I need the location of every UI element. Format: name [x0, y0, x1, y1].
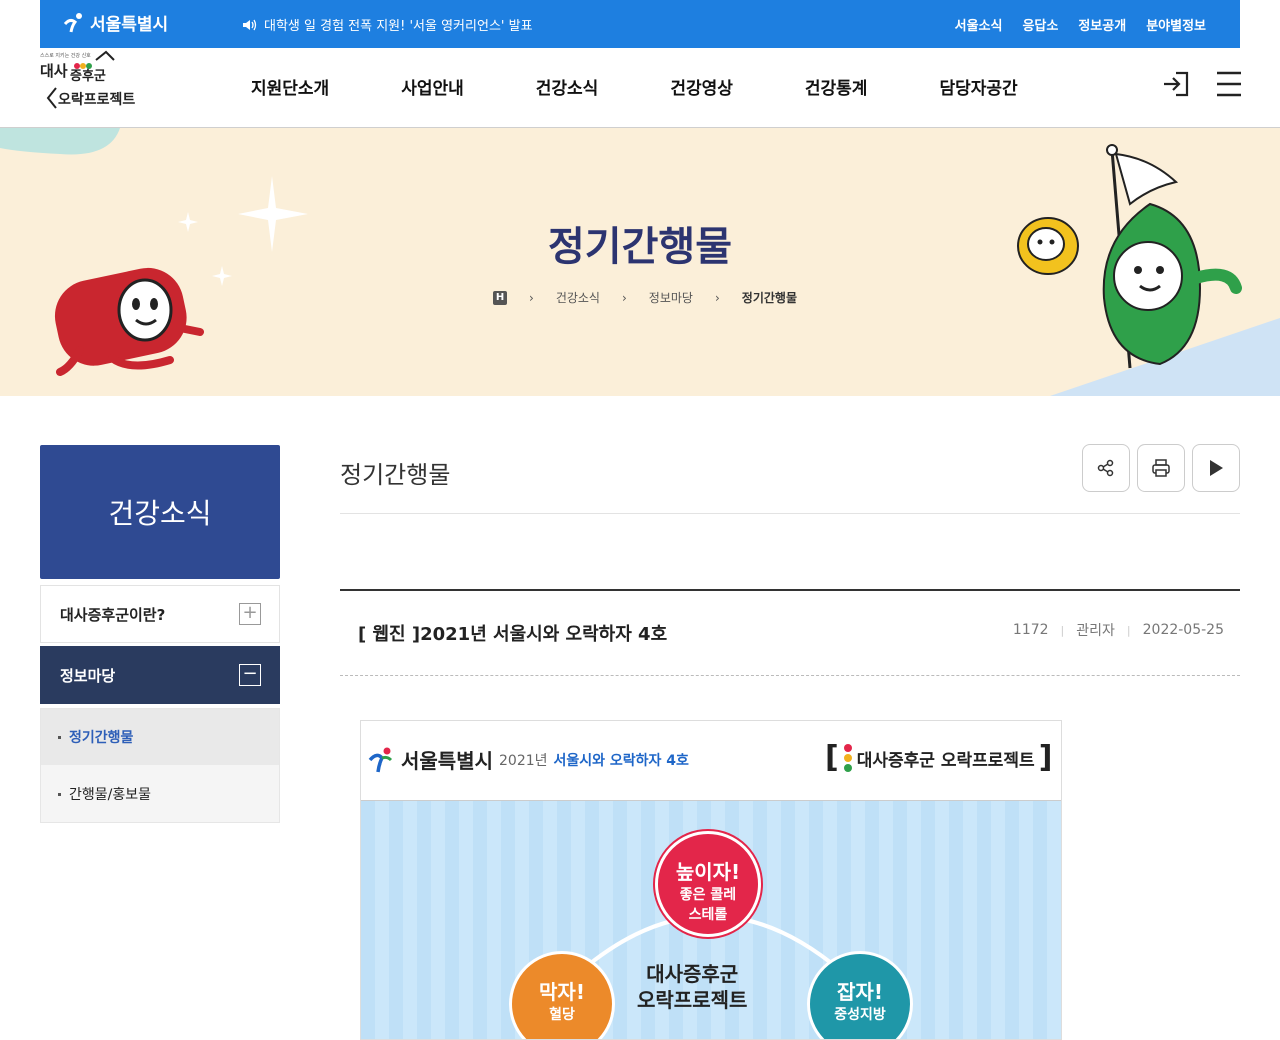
link-info-disclosure[interactable]: 정보공개 — [1078, 15, 1126, 34]
link-eungdapso[interactable]: 응답소 — [1022, 15, 1058, 34]
main-navigation: 스스로 지키는 건강 신호 대사 증후군 오락프로젝트 지원단소개 사업안내 건… — [0, 48, 1280, 128]
bullet-icon — [58, 735, 61, 739]
utility-links: 서울소식 응답소 정보공개 분야별정보 — [955, 15, 1206, 34]
menu-health-news[interactable]: 건강소식 — [536, 74, 599, 99]
gnb-menu: 지원단소개 사업안내 건강소식 건강영상 건강통계 담당자공간 — [251, 74, 1090, 99]
circle-small-text: 좋은 콜레 — [679, 887, 737, 903]
circle-big-text: 잡자! — [837, 980, 883, 1004]
lnb-sub-label: 간행물/홍보물 — [69, 787, 151, 803]
divider — [340, 513, 1240, 514]
home-icon[interactable]: H — [493, 290, 507, 305]
dashed-divider — [340, 675, 1240, 676]
content-title: 정기간행물 — [340, 461, 451, 489]
circle-big-text: 막자! — [539, 980, 585, 1004]
webzine-issue: 서울시와 오락하자 4호 — [553, 752, 689, 769]
lnb-sub-periodicals[interactable]: 정기간행물 — [41, 709, 279, 765]
webzine-header: 서울특별시 2021년 서울시와 오락하자 4호 [ 대사증후군 오락프로젝트 … — [361, 721, 1061, 801]
center-logo-line1: 대사증후군 — [646, 962, 739, 986]
menu-business[interactable]: 사업안내 — [401, 74, 464, 99]
svg-text:스스로 지키는 건강 신호: 스스로 지키는 건강 신호 — [40, 52, 91, 59]
bracket-right: ] — [1038, 740, 1053, 775]
lnb-item-info-yard[interactable]: 정보마당 − — [40, 646, 280, 704]
menu-health-stats[interactable]: 건강통계 — [805, 74, 868, 99]
link-seoul-news[interactable]: 서울소식 — [955, 15, 1003, 34]
lnb-title: 건강소식 — [40, 445, 280, 579]
post-views: 1172 — [1012, 622, 1049, 638]
share-button[interactable] — [1082, 444, 1130, 492]
meta-divider: | — [1126, 623, 1131, 637]
post-title: [ 웹진 ]2021년 서울시와 오락하자 4호 — [358, 624, 668, 645]
menu-staff-space[interactable]: 담당자공간 — [939, 74, 1017, 99]
login-icon[interactable] — [1162, 70, 1190, 98]
webzine-illustration: 높이자! 좋은 콜레 스테롤 막자! 혈당 잡자! 중성지방 대사증후군 오락프… — [361, 801, 1061, 1039]
hamburger-icon[interactable] — [1216, 70, 1242, 98]
print-button[interactable] — [1137, 444, 1185, 492]
svg-text:대사: 대사 — [40, 62, 68, 80]
lnb-item-metabolic-syndrome[interactable]: 대사증후군이란? + — [40, 585, 280, 643]
breadcrumb-item-health-news[interactable]: 건강소식 — [556, 289, 600, 306]
link-field-info[interactable]: 분야별정보 — [1146, 15, 1206, 34]
menu-about[interactable]: 지원단소개 — [251, 74, 329, 99]
webzine-center-logo: 대사증후군 오락프로젝트 — [637, 961, 747, 1013]
red-character — [54, 267, 204, 376]
webzine-cover-image: 서울특별시 2021년 서울시와 오락하자 4호 [ 대사증후군 오락프로젝트 … — [360, 720, 1062, 1040]
visual-banner: 정기간행물 H › 건강소식 › 정보마당 › 정기간행물 — [0, 128, 1280, 396]
breadcrumb: H › 건강소식 › 정보마당 › 정기간행물 — [493, 289, 797, 306]
seoul-symbol-icon — [63, 12, 82, 32]
plus-icon[interactable]: + — [239, 603, 261, 625]
bracket-left: [ — [825, 740, 839, 775]
webzine-project-logo: [ 대사증후군 오락프로젝트 ] — [825, 743, 1052, 773]
circle-small-text: 중성지방 — [834, 1007, 886, 1023]
meta-divider: | — [1060, 623, 1065, 637]
lnb-sub-label: 정기간행물 — [69, 730, 134, 746]
post-date: 2022-05-25 — [1142, 622, 1224, 638]
page-title: 정기간행물 — [548, 224, 732, 270]
circle-raise-hdl: 높이자! 좋은 콜레 스테롤 — [655, 831, 761, 937]
webzine-header-left: 서울특별시 2021년 서울시와 오락하자 4호 — [367, 745, 689, 774]
lnb-item-label: 대사증후군이란? — [60, 605, 166, 624]
play-icon — [1210, 460, 1223, 476]
speaker-icon — [243, 19, 257, 30]
breadcrumb-item-current[interactable]: 정기간행물 — [742, 289, 797, 306]
webzine-year: 2021년 — [499, 752, 548, 769]
webzine-seoul: 서울특별시 — [401, 749, 493, 773]
post-meta: 1172 | 관리자 | 2022-05-25 — [1013, 620, 1224, 640]
circle-small-text: 스테롤 — [688, 907, 728, 923]
breadcrumb-item-info[interactable]: 정보마당 — [649, 289, 693, 306]
svg-text:증후군: 증후군 — [70, 68, 106, 84]
post-author: 관리자 — [1076, 623, 1115, 639]
svg-text:오락프로젝트: 오락프로젝트 — [58, 91, 135, 108]
seoul-logo-text: 서울특별시 — [90, 15, 169, 35]
lnb-submenu: 정기간행물 간행물/홍보물 — [40, 708, 280, 823]
webzine-project: 대사증후군 오락프로젝트 — [856, 750, 1035, 771]
traffic-light-icon — [843, 744, 852, 772]
chevron-right-icon: › — [621, 290, 627, 305]
circle-big-text: 높이자! — [675, 860, 741, 884]
board-top-border — [340, 589, 1240, 591]
center-logo-line2: 오락프로젝트 — [637, 988, 748, 1012]
top-utility-bar: 서울특별시 대학생 일 경험 전폭 지원! '서울 영커리언스' 발표 서울소식… — [40, 0, 1240, 48]
seoul-symbol-icon — [368, 747, 393, 772]
print-icon — [1152, 459, 1170, 477]
site-logo[interactable]: 스스로 지키는 건강 신호 대사 증후군 오락프로젝트 — [40, 50, 136, 120]
lnb-item-label: 정보마당 — [60, 666, 116, 685]
seoul-city-logo[interactable]: 서울특별시 — [62, 10, 168, 35]
chevron-right-icon: › — [714, 290, 720, 305]
minus-icon[interactable]: − — [239, 664, 261, 686]
play-button[interactable] — [1192, 444, 1240, 492]
lnb-sub-publications[interactable]: 간행물/홍보물 — [41, 766, 279, 822]
notice-ticker[interactable]: 대학생 일 경험 전폭 지원! '서울 영커리언스' 발표 — [242, 15, 533, 34]
share-icon — [1097, 459, 1114, 477]
chevron-right-icon: › — [529, 290, 534, 305]
bullet-icon — [58, 792, 61, 796]
menu-health-video[interactable]: 건강영상 — [670, 74, 733, 99]
notice-text: 대학생 일 경험 전폭 지원! '서울 영커리언스' 발표 — [264, 19, 533, 34]
circle-small-text: 혈당 — [549, 1007, 575, 1023]
